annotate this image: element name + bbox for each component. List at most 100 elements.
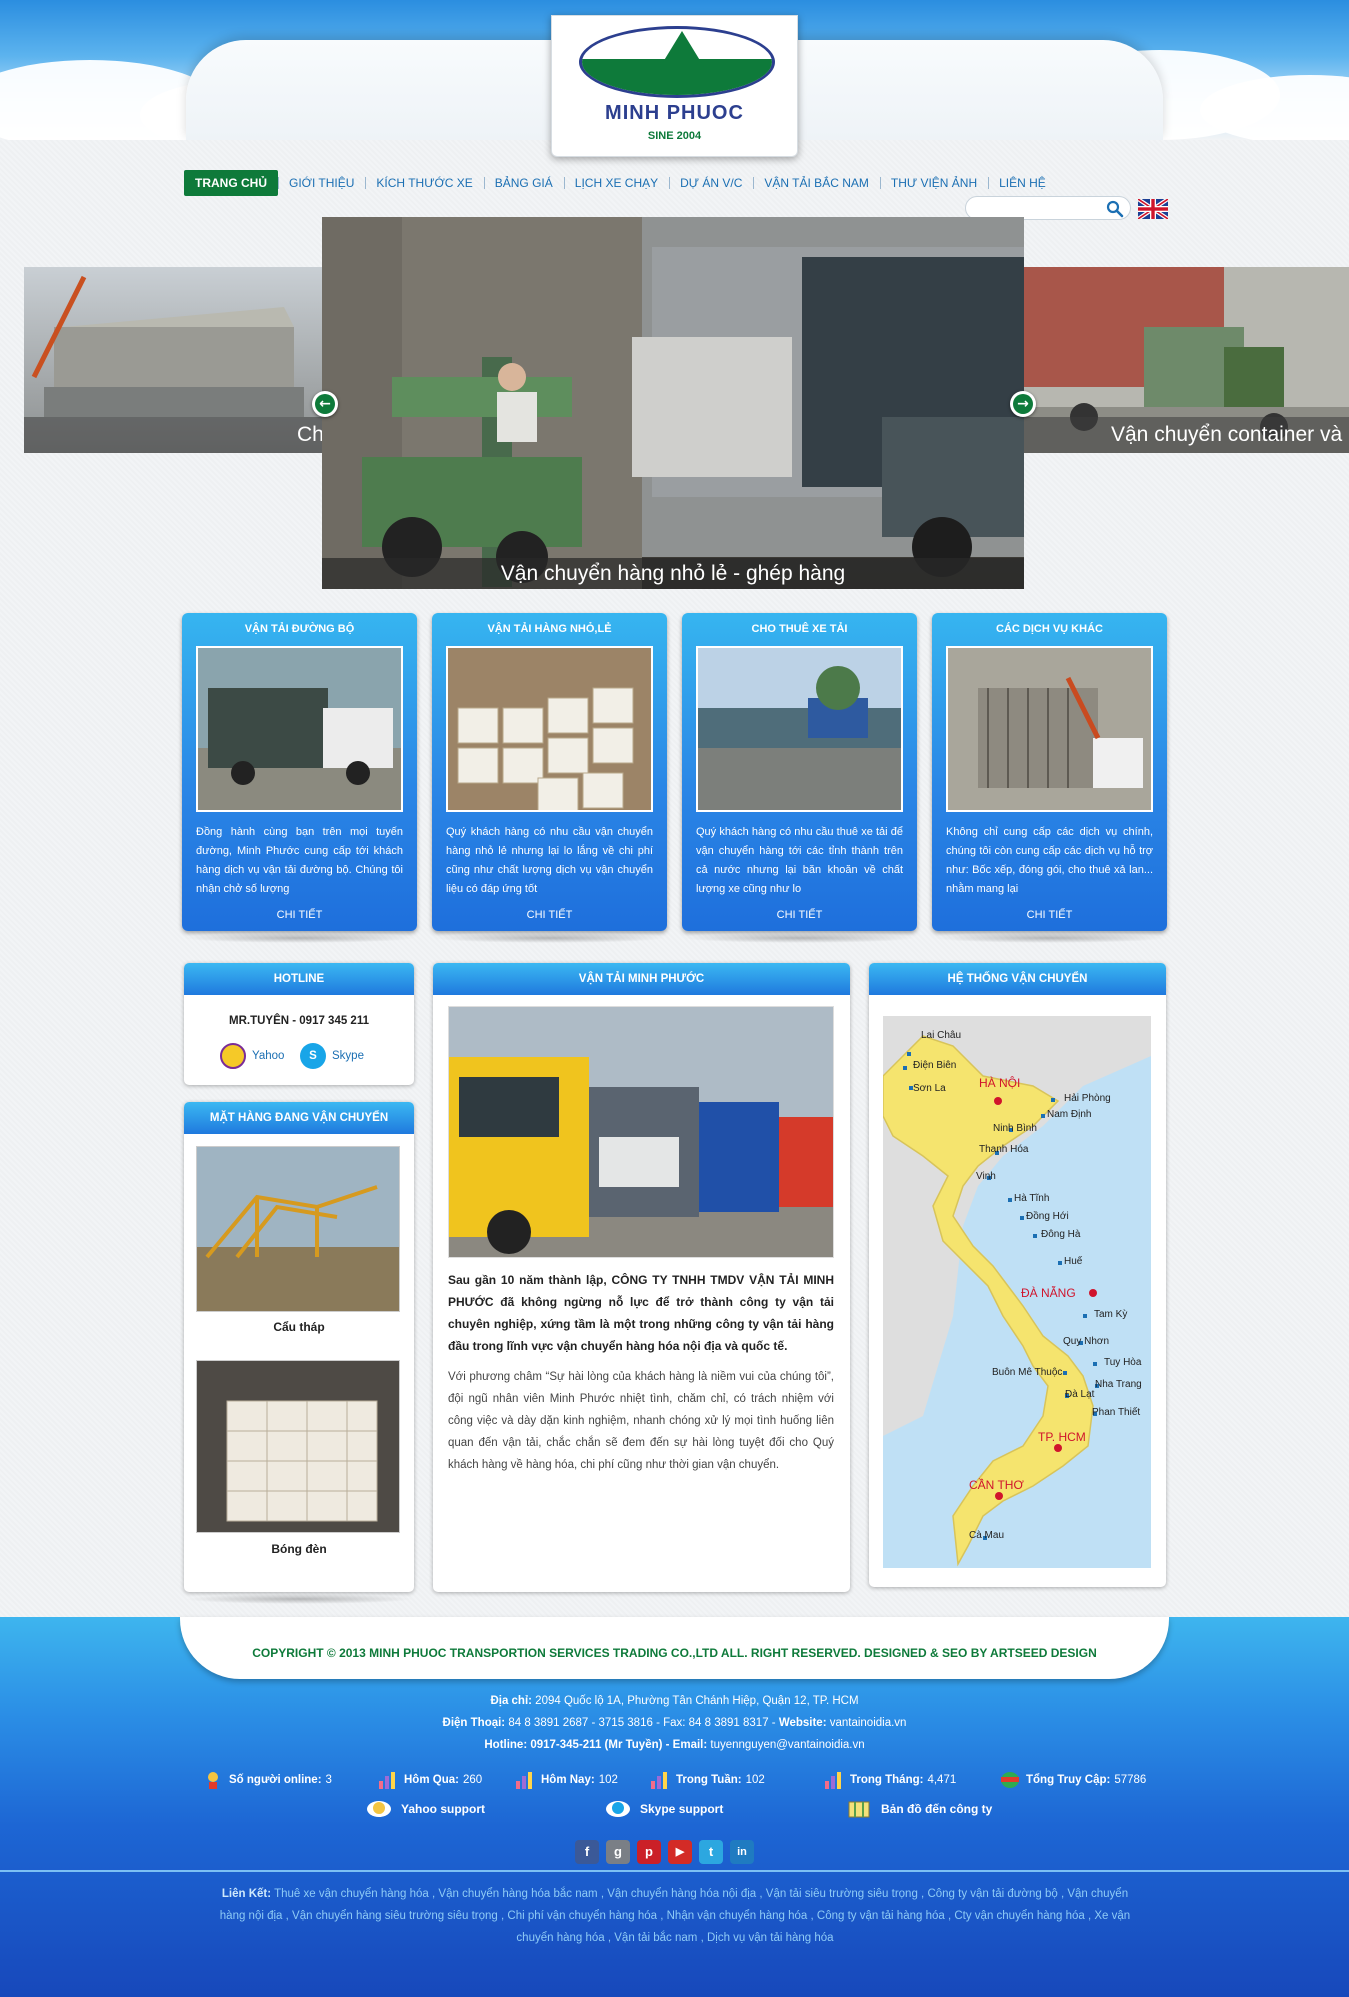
nav-item-schedule[interactable]: LỊCH XE CHẠY	[563, 170, 669, 196]
website-link[interactable]: vantainoidia.vn	[827, 1717, 907, 1729]
map-label: Nam Định	[1047, 1109, 1092, 1120]
hotline-panel: HOTLINE MR.TUYÊN - 0917 345 211 Yahoo S …	[184, 963, 414, 1085]
service-title: VẬN TẢI HÀNG NHỎ,LẺ	[487, 623, 612, 635]
map-label: Đà Lạt	[1065, 1389, 1095, 1400]
website-label: Website:	[778, 1717, 827, 1729]
footer-link[interactable]: Vận tải bắc nam	[614, 1932, 697, 1944]
stat-label: Hôm Nay:	[541, 1774, 595, 1786]
slide-main-image	[322, 217, 1024, 589]
service-more-link[interactable]: CHI TIẾT	[432, 909, 667, 921]
nav-item-home[interactable]: TRANG CHỦ	[184, 170, 278, 196]
nav-item-vehicle-size[interactable]: KÍCH THƯỚC XE	[365, 170, 483, 196]
system-panel: HỆ THỐNG VẬN CHUYỂN Lai Châu Điện Biên S…	[869, 963, 1166, 1587]
stat-value: 102	[745, 1774, 765, 1786]
map-label-city: ĐÀ NẴNG	[1021, 1286, 1076, 1300]
twitter-icon[interactable]: t	[699, 1840, 723, 1864]
goods-image-crane[interactable]	[196, 1146, 400, 1312]
footer-link[interactable]: Vận tải siêu trường siêu trọng	[766, 1888, 918, 1900]
goods-image-bulbs[interactable]	[196, 1360, 400, 1533]
linkedin-icon[interactable]: in	[730, 1840, 754, 1864]
slide-right[interactable]: Vận chuyển container và	[1024, 267, 1349, 453]
slider-prev-button[interactable]: ←	[312, 391, 338, 417]
map-label-city: HÀ NỘI	[979, 1076, 1021, 1090]
slide-main-caption: Vận chuyển hàng nhỏ lẻ - ghép hàng	[322, 558, 1024, 589]
map-label: Quy Nhơn	[1063, 1336, 1110, 1347]
logo-since: SINE 2004	[647, 130, 702, 142]
stat-today: Hôm Nay: 102	[515, 1771, 618, 1789]
globe-icon	[1001, 1772, 1019, 1788]
footer-link[interactable]: Nhận vận chuyển hàng hóa	[667, 1910, 808, 1922]
service-image	[946, 646, 1153, 812]
yahoo-link[interactable]: Yahoo	[220, 1043, 284, 1069]
footer-address: Địa chỉ: 2094 Quốc lộ 1A, Phường Tân Chá…	[0, 1695, 1349, 1707]
nav-item-about[interactable]: GIỚI THIỆU	[278, 170, 365, 196]
footer-link[interactable]: Vận chuyển hàng siêu trường siêu trọng	[292, 1910, 498, 1922]
map-label: Cà Mau	[969, 1530, 1005, 1541]
footer-link[interactable]: Chi phí vận chuyển hàng hóa	[507, 1910, 657, 1922]
service-more-link[interactable]: CHI TIẾT	[932, 909, 1167, 921]
yahoo-support-link[interactable]: Yahoo support	[365, 1799, 485, 1819]
service-text: Quý khách hàng có nhu cầu thuê xe tải để…	[696, 826, 903, 895]
search-icon[interactable]	[1106, 200, 1124, 218]
footer-divider	[0, 1870, 1349, 1872]
about-body: Với phương châm “Sự hài lòng của khách h…	[448, 1371, 834, 1471]
slide-left[interactable]: Ch	[24, 267, 324, 453]
nav-item-contact[interactable]: LIÊN HỆ	[988, 170, 1057, 196]
footer-link[interactable]: Vận chuyển hàng hóa bắc nam	[438, 1888, 597, 1900]
service-text: Đồng hành cùng bạn trên mọi tuyến đường,…	[196, 826, 403, 895]
service-title: VẬN TẢI ĐƯỜNG BỘ	[244, 623, 355, 635]
logo[interactable]: MINH PHUOC SINE 2004	[551, 15, 798, 157]
goods-title: MẶT HÀNG ĐANG VẬN CHUYỂN	[184, 1102, 414, 1134]
nav-item-gallery[interactable]: THƯ VIỆN ẢNH	[879, 170, 988, 196]
footer-link[interactable]: Cty vận chuyển hàng hóa	[954, 1910, 1084, 1922]
youtube-icon[interactable]: ▶	[668, 1840, 692, 1864]
box-shadow	[932, 933, 1167, 943]
nav-item-price[interactable]: BẢNG GIÁ	[483, 170, 564, 196]
map-label: Điện Biên	[913, 1060, 957, 1071]
service-more-link[interactable]: CHI TIẾT	[682, 909, 917, 921]
stat-online: Số người online: 3	[203, 1771, 332, 1789]
skype-icon: S	[300, 1043, 326, 1069]
map-label: Tuy Hòa	[1104, 1357, 1142, 1368]
footer-hotline: Hotline: 0917-345-211 (Mr Tuyền) - Email…	[0, 1739, 1349, 1751]
service-box-other: CÁC DỊCH VỤ KHÁC Không chỉ cung cấp các …	[932, 613, 1167, 931]
slide-right-caption: Vận chuyển container và	[1024, 417, 1349, 453]
footer-link[interactable]: Dịch vụ vận tải hàng hóa	[707, 1932, 834, 1944]
nav-item-projects[interactable]: DỰ ÁN V/C	[669, 170, 753, 196]
skype-support-link[interactable]: Skype support	[604, 1799, 723, 1819]
stat-week: Trong Tuần: 102	[650, 1771, 765, 1789]
nav-item-north-south[interactable]: VẬN TẢI BẮC NAM	[753, 170, 879, 196]
email-link[interactable]: tuyennguyen@vantainoidia.vn	[707, 1739, 864, 1751]
vietnam-map[interactable]: Lai Châu Điện Biên Sơn La HÀ NỘI Hải Phò…	[883, 1016, 1151, 1568]
map-link-label: Bản đồ đến công ty	[881, 1802, 993, 1816]
footer-link[interactable]: Công ty vận tải đường bộ	[927, 1888, 1057, 1900]
uk-flag-icon[interactable]	[1138, 199, 1168, 219]
yahoo-icon	[220, 1043, 246, 1069]
stat-label: Tổng Truy Cập:	[1026, 1774, 1111, 1786]
yahoo-label: Yahoo	[252, 1050, 285, 1062]
map-link[interactable]: Bản đồ đến công ty	[845, 1799, 992, 1819]
main-nav: TRANG CHỦ GIỚI THIỆU KÍCH THƯỚC XE BẢNG …	[184, 170, 1057, 196]
slide-main[interactable]: Vận chuyển hàng nhỏ lẻ - ghép hàng	[322, 217, 1024, 589]
stat-value: 260	[462, 1774, 483, 1786]
google-icon[interactable]: g	[606, 1840, 630, 1864]
service-more-link[interactable]: CHI TIẾT	[182, 909, 417, 921]
footer-link[interactable]: Vận chuyển hàng hóa nội địa	[607, 1888, 756, 1900]
facebook-icon[interactable]: f	[575, 1840, 599, 1864]
address-value: 2094 Quốc lộ 1A, Phường Tân Chánh Hiệp, …	[531, 1695, 859, 1707]
footer-link[interactable]: Thuê xe vận chuyển hàng hóa	[274, 1888, 429, 1900]
box-shadow	[682, 933, 917, 943]
stat-label: Trong Tháng:	[850, 1774, 924, 1786]
phone-value: 84 8 3891 2687 - 3715 3816 - Fax: 84 8 3…	[505, 1717, 779, 1729]
pinterest-icon[interactable]: p	[637, 1840, 661, 1864]
slider-next-button[interactable]: →	[1010, 391, 1036, 417]
box-shadow	[182, 933, 417, 943]
about-image	[448, 1006, 834, 1258]
skype-label: Skype	[332, 1050, 364, 1062]
footer-link[interactable]: Công ty vận tải hàng hóa	[817, 1910, 945, 1922]
skype-link[interactable]: S Skype	[300, 1043, 364, 1069]
map-label: Sơn La	[913, 1083, 946, 1094]
bar-chart-icon	[651, 1772, 667, 1789]
yahoo-support-icon	[367, 1801, 391, 1817]
search-input[interactable]	[976, 197, 1106, 219]
